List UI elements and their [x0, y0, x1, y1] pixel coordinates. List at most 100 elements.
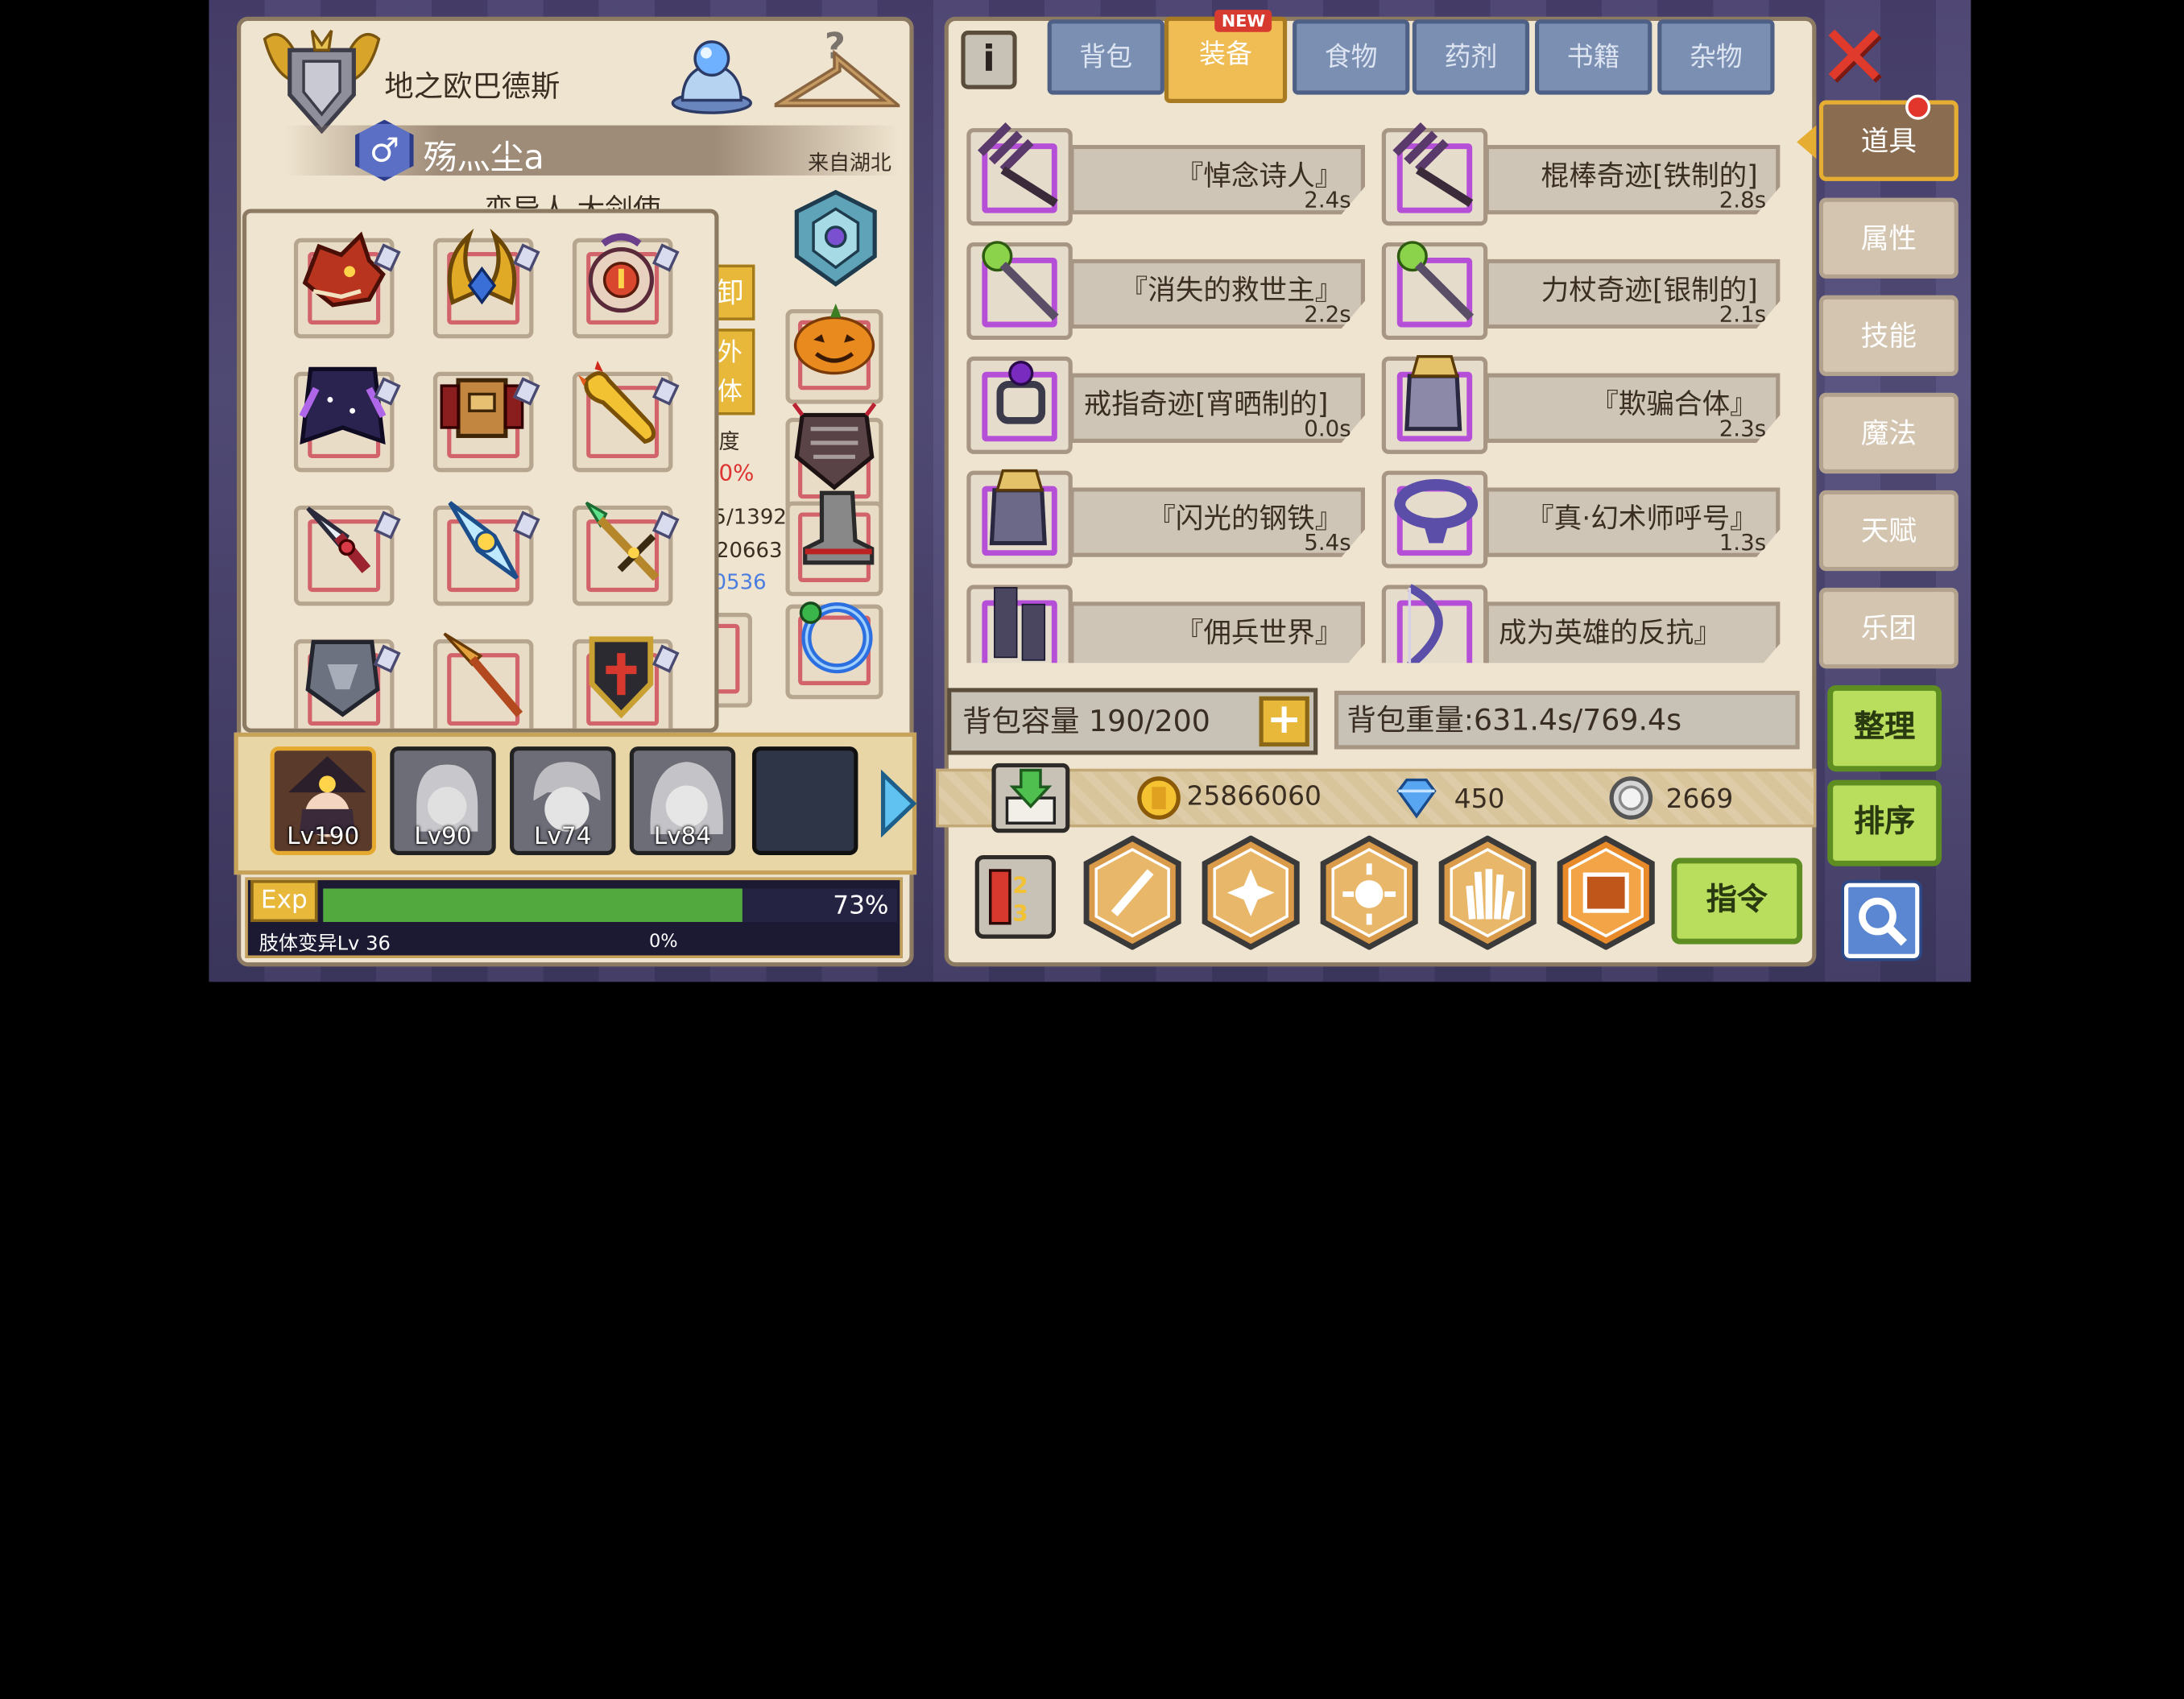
tab-misc[interactable]: 杂物	[1657, 19, 1775, 95]
numbers-123-icon: 2 3	[989, 869, 1028, 926]
equip-slot-crossbow[interactable]	[572, 494, 680, 606]
bow-icon	[1407, 584, 1443, 663]
equip-slot-helmet[interactable]	[293, 227, 401, 339]
player-name: 殇灬尘a	[423, 138, 544, 177]
burst-skill-icon[interactable]	[1317, 835, 1421, 950]
gold-amount: 25866060	[1186, 781, 1322, 812]
numbering-button[interactable]: 2 3	[974, 854, 1057, 939]
item-weight: 2.2s	[1304, 300, 1351, 328]
gauntlet-icon	[989, 469, 1047, 546]
item-weight: 0.0s	[1304, 415, 1351, 442]
member-level: Lv84	[653, 823, 712, 851]
deposit-button[interactable]	[991, 763, 1070, 833]
silver-amount: 2669	[1665, 783, 1734, 815]
sidetab-skills[interactable]: 技能	[1818, 295, 1959, 376]
sword-skill-icon[interactable]	[1081, 835, 1184, 950]
list-item[interactable]: 棍棒奇迹[铁制的] 2.8s	[1381, 122, 1786, 226]
party-member-slot[interactable]: Lv90	[390, 746, 496, 855]
tab-potion[interactable]: 药剂	[1412, 19, 1530, 95]
equip-slot-extra[interactable]	[293, 628, 401, 729]
party-member-slot[interactable]: Lv74	[510, 746, 616, 855]
command-button[interactable]: 指令	[1671, 858, 1803, 945]
claw-weapon-icon	[1392, 122, 1474, 207]
sidetab-items[interactable]: 道具	[1818, 100, 1959, 181]
spear-icon	[443, 632, 523, 717]
hand-skill-icon[interactable]	[1436, 835, 1539, 950]
golden-horns-icon	[447, 228, 517, 305]
party-next-arrow-icon[interactable]	[878, 769, 920, 838]
list-item[interactable]: 『真·幻术师呼号』 1.3s	[1381, 470, 1786, 568]
exp-badge: Exp	[250, 880, 318, 922]
rubber-chicken-icon	[577, 360, 656, 444]
equip-slot-extra[interactable]	[572, 628, 680, 729]
equipment-popup	[242, 209, 719, 733]
mutation-percent: 0%	[648, 932, 678, 953]
wolf-shield-icon	[305, 639, 380, 717]
stat-blue-partial: 0536	[713, 569, 767, 595]
rank-emblem-icon	[263, 30, 381, 134]
active-tab-arrow	[1797, 125, 1817, 159]
equip-slot-accessory[interactable]	[572, 227, 680, 339]
dragon-head-icon	[302, 231, 386, 308]
sidetab-talent[interactable]: 天赋	[1818, 490, 1959, 572]
sort-button[interactable]: 排序	[1827, 779, 1942, 866]
party-member-slot[interactable]: Lv190	[270, 746, 376, 855]
gauntlet-icon	[1404, 355, 1462, 432]
equip-slot-crown[interactable]	[432, 227, 540, 339]
tab-food[interactable]: 食物	[1293, 19, 1410, 95]
expand-capacity-button[interactable]: +	[1259, 696, 1309, 747]
item-list: 『悼念诗人』 2.4s 棍棒奇迹[铁制的] 2.8s 『消失的救世主』 2.2s	[961, 109, 1805, 663]
amulet-icon[interactable]	[788, 189, 883, 287]
tab-book[interactable]: 书籍	[1535, 19, 1652, 95]
item-name: 『佣兵世界』	[1175, 615, 1343, 649]
item-weight: 2.4s	[1304, 186, 1351, 213]
dark-armor-icon	[792, 403, 877, 490]
svg-text:2: 2	[1012, 872, 1028, 899]
organize-button[interactable]: 整理	[1827, 684, 1942, 772]
equip-slot-cape[interactable]	[293, 361, 401, 473]
chest-skill-icon[interactable]	[1554, 835, 1657, 950]
equip-slot-body[interactable]	[432, 361, 540, 473]
crystal-blade-icon	[448, 501, 519, 580]
emerald-crossbow-icon	[585, 501, 660, 581]
character-title: 地之欧巴德斯	[384, 69, 560, 103]
item-weight: 2.8s	[1719, 186, 1767, 213]
crystal-shrine-icon[interactable]	[668, 28, 755, 114]
stat-pct-partial: 0%	[718, 459, 755, 486]
member-level: Lv190	[287, 823, 360, 851]
equip-slot-offhand[interactable]	[432, 494, 540, 606]
equip-slot-weapon[interactable]	[293, 494, 401, 606]
bracer-icon	[994, 587, 1046, 661]
list-item[interactable]: 『欺骗合体』 2.3s	[1381, 355, 1786, 454]
sidetab-band[interactable]: 乐团	[1818, 587, 1959, 669]
list-item[interactable]: 『消失的救世主』 2.2s	[966, 241, 1371, 341]
equip-slot-extra[interactable]	[432, 628, 534, 729]
list-item[interactable]: 『佣兵世界』	[966, 585, 1371, 663]
list-item[interactable]: 『闪光的钢铁』 5.4s	[966, 469, 1371, 568]
shuriken-skill-icon[interactable]	[1199, 835, 1302, 950]
notification-dot	[1905, 94, 1931, 120]
item-weight: 2.3s	[1719, 415, 1767, 442]
list-item[interactable]: 成为英雄的反抗』	[1381, 584, 1786, 663]
stat-value-partial: 20663	[716, 537, 783, 563]
close-icon[interactable]: ✕	[1818, 13, 1890, 99]
tab-backpack[interactable]: 背包	[1047, 19, 1164, 95]
claw-weapon-icon	[977, 122, 1058, 207]
sidetab-attributes[interactable]: 属性	[1818, 197, 1959, 279]
info-button[interactable]: i	[961, 31, 1017, 89]
list-item[interactable]: 力杖奇迹[银制的] 2.1s	[1381, 241, 1786, 341]
diamond-icon	[1396, 778, 1437, 819]
list-item[interactable]: 戒指奇迹[宵晒制的] 0.0s	[966, 356, 1371, 454]
diamond-amount: 450	[1454, 783, 1505, 815]
equip-slot-pet[interactable]	[572, 360, 680, 473]
equip-slot-side[interactable]	[785, 593, 883, 700]
list-item[interactable]: 『悼念诗人』 2.4s	[966, 122, 1371, 226]
equip-slot-side[interactable]	[785, 490, 883, 597]
equip-slot-side[interactable]	[785, 298, 883, 404]
hanger-icon[interactable]: ?	[774, 28, 900, 114]
member-level: Lv74	[534, 823, 592, 851]
party-member-slot[interactable]: Lv84	[629, 746, 736, 855]
party-member-empty-slot[interactable]	[751, 746, 858, 855]
sidetab-magic[interactable]: 魔法	[1818, 392, 1959, 474]
search-button[interactable]	[1841, 880, 1922, 961]
